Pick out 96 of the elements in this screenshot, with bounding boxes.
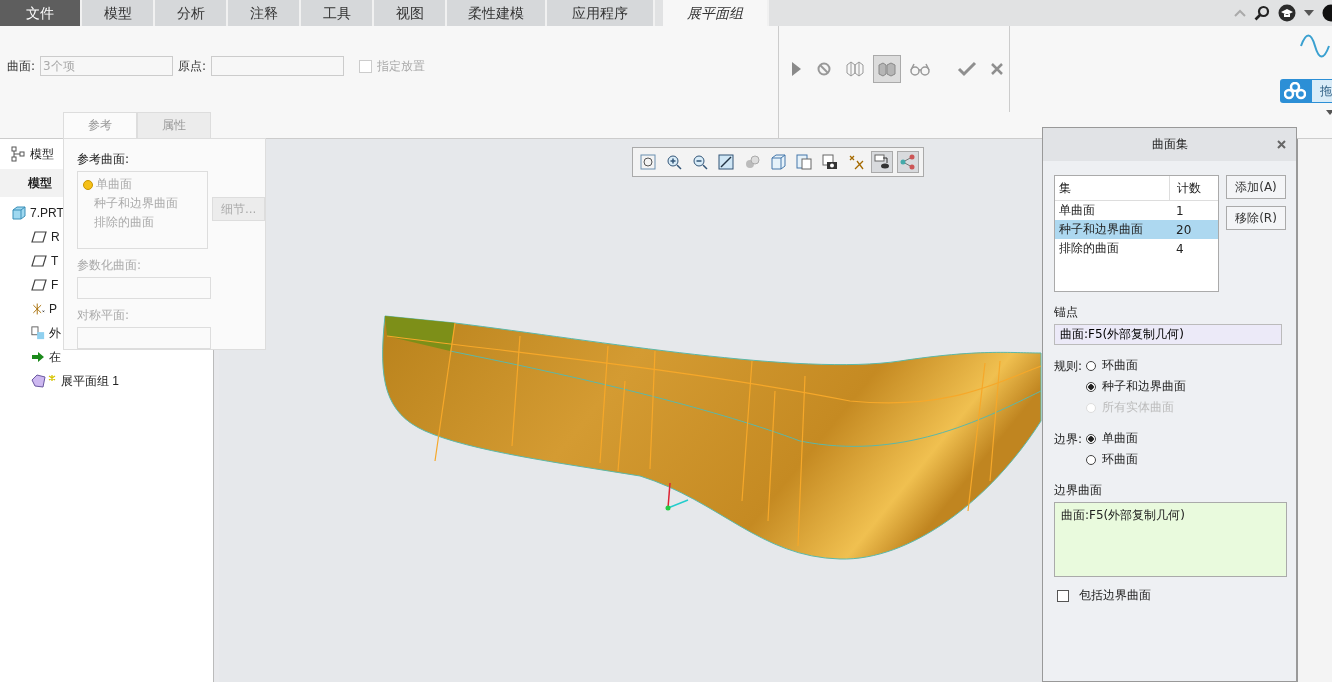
- radio-label: 环曲面: [1102, 357, 1138, 374]
- surface-label: 曲面:: [7, 57, 36, 75]
- table-row[interactable]: 排除的曲面 4: [1055, 239, 1218, 258]
- table-cell-text: 4: [1175, 241, 1185, 256]
- reference-surfaces-label: 参考曲面:: [77, 151, 131, 168]
- caret-down-icon[interactable]: [1326, 110, 1332, 115]
- rule-label: 规则:: [1054, 358, 1084, 375]
- tree-item-label: R: [51, 230, 60, 244]
- radio-label: 单曲面: [1102, 430, 1138, 447]
- boundary-surfaces-list[interactable]: 曲面:F5(外部复制几何): [1054, 502, 1287, 577]
- ribbon-tab[interactable]: 工具: [301, 0, 374, 26]
- tree-icon: [11, 146, 25, 162]
- parametrization-surface-field[interactable]: [77, 277, 211, 299]
- square-button[interactable]: [715, 151, 737, 173]
- tree-item[interactable]: 展平面组 1: [0, 369, 119, 393]
- tree-item[interactable]: 外: [0, 321, 61, 345]
- tree-item-label: T: [51, 254, 59, 268]
- checkmark-icon[interactable]: [957, 61, 977, 77]
- boxes-icon[interactable]: [845, 61, 865, 77]
- table-cell-text: 排除的曲面: [1058, 240, 1120, 257]
- boundary-surfaces-label: 边界曲面: [1054, 482, 1103, 499]
- boxes-icon: [877, 61, 897, 77]
- ribbon-tab[interactable]: 视图: [374, 0, 447, 26]
- play-icon[interactable]: [791, 61, 803, 77]
- parallelogram-icon: [31, 231, 47, 243]
- include-label: 包括边界曲面: [1079, 587, 1151, 604]
- radio-button[interactable]: [1086, 360, 1096, 371]
- tree-item-label: F: [51, 278, 59, 292]
- caret-up-icon[interactable]: [1234, 9, 1246, 17]
- tree-item-label: 展平面组 1: [61, 372, 119, 390]
- ribbon-tab[interactable]: 分析: [155, 0, 228, 26]
- copy-icon: [31, 326, 45, 340]
- tree-item[interactable]: 7.PRT: [0, 201, 64, 225]
- cloud-icon: [1284, 82, 1306, 100]
- tree-item[interactable]: F: [0, 273, 59, 297]
- table-cell-text: 1: [1175, 203, 1185, 218]
- ribbon-tab[interactable]: 注释: [228, 0, 301, 26]
- graduation-cap-icon[interactable]: [1278, 4, 1296, 22]
- parametrization-surface-label: 参数化曲面:: [77, 257, 143, 274]
- ribbon-tab[interactable]: 柔性建模: [447, 0, 547, 26]
- drag-widget[interactable]: 拖: [1280, 79, 1332, 103]
- anchor-field[interactable]: 曲面:F5(外部复制几何): [1054, 324, 1282, 345]
- tree-item-label: 7.PRT: [30, 206, 64, 220]
- table-cell-text: 单曲面: [1058, 202, 1096, 219]
- symmetry-plane-field[interactable]: [77, 327, 211, 349]
- origin-label: 原点:: [178, 57, 207, 75]
- axes-icon: [31, 301, 45, 317]
- tree-item[interactable]: R: [0, 225, 60, 249]
- search-icon[interactable]: [1254, 5, 1270, 21]
- placement-label: 指定放置: [377, 57, 426, 75]
- symmetry-plane-label: 对称平面:: [77, 307, 131, 324]
- radio-button[interactable]: [1086, 433, 1096, 444]
- radio-button[interactable]: [1086, 454, 1096, 465]
- ribbon-tab[interactable]: 应用程序: [547, 0, 655, 26]
- glasses-icon[interactable]: [909, 62, 931, 76]
- ribbon-tab[interactable]: 模型: [82, 0, 155, 26]
- origin-field[interactable]: [211, 56, 345, 76]
- tree-item[interactable]: 在: [0, 345, 61, 369]
- model-tree-title: 模型: [30, 145, 54, 163]
- table-row[interactable]: 单曲面 1: [1055, 201, 1218, 220]
- sine-wave-icon[interactable]: [1300, 32, 1330, 60]
- table-cell-text: 20: [1175, 222, 1193, 237]
- radio-label: 环曲面: [1102, 451, 1138, 468]
- close-icon[interactable]: [1277, 140, 1286, 149]
- column-header: 集: [1058, 179, 1072, 197]
- parallelogram-icon: [31, 279, 47, 291]
- boundary-surface-item[interactable]: 曲面:F5(外部复制几何): [1061, 508, 1185, 522]
- tree-item[interactable]: P: [0, 297, 57, 321]
- anchor-label: 锚点: [1054, 304, 1079, 321]
- tree-item-label: 外: [49, 324, 61, 342]
- caret-down-icon[interactable]: [1304, 10, 1314, 16]
- radio-button[interactable]: [1086, 381, 1096, 392]
- file-menu-tab[interactable]: 文件: [0, 0, 82, 26]
- include-checkbox[interactable]: [1057, 589, 1069, 602]
- parallelogram-icon: [31, 255, 47, 267]
- column-header: 计数: [1169, 176, 1218, 200]
- close-icon[interactable]: [991, 63, 1003, 75]
- table-row[interactable]: 种子和边界曲面 20: [1055, 220, 1218, 239]
- table-cell-text: 种子和边界曲面: [1058, 221, 1144, 238]
- nodes-button[interactable]: [897, 151, 919, 173]
- cancel-icon[interactable]: [817, 62, 831, 76]
- coordinate-triad-drawing: [665, 482, 689, 511]
- boundary-label: 边界:: [1054, 431, 1084, 448]
- cube-icon: [12, 206, 26, 220]
- arrow-icon: [31, 351, 45, 363]
- remove-button[interactable]: 移除(R): [1226, 206, 1286, 230]
- radio-label: 种子和边界曲面: [1102, 378, 1186, 395]
- zoom-fit-button[interactable]: [637, 151, 659, 173]
- tree-item-label: P: [49, 302, 57, 316]
- tree-item[interactable]: T: [0, 249, 59, 273]
- tree-item-label: 在: [49, 348, 61, 366]
- add-button[interactable]: 添加(A): [1226, 175, 1286, 199]
- preview-toggle-button[interactable]: [873, 55, 901, 83]
- dialog-title: 曲面集: [1151, 136, 1188, 153]
- ribbon-tab[interactable]: 展平面组: [663, 0, 769, 26]
- flatten-group-icon: [31, 374, 57, 388]
